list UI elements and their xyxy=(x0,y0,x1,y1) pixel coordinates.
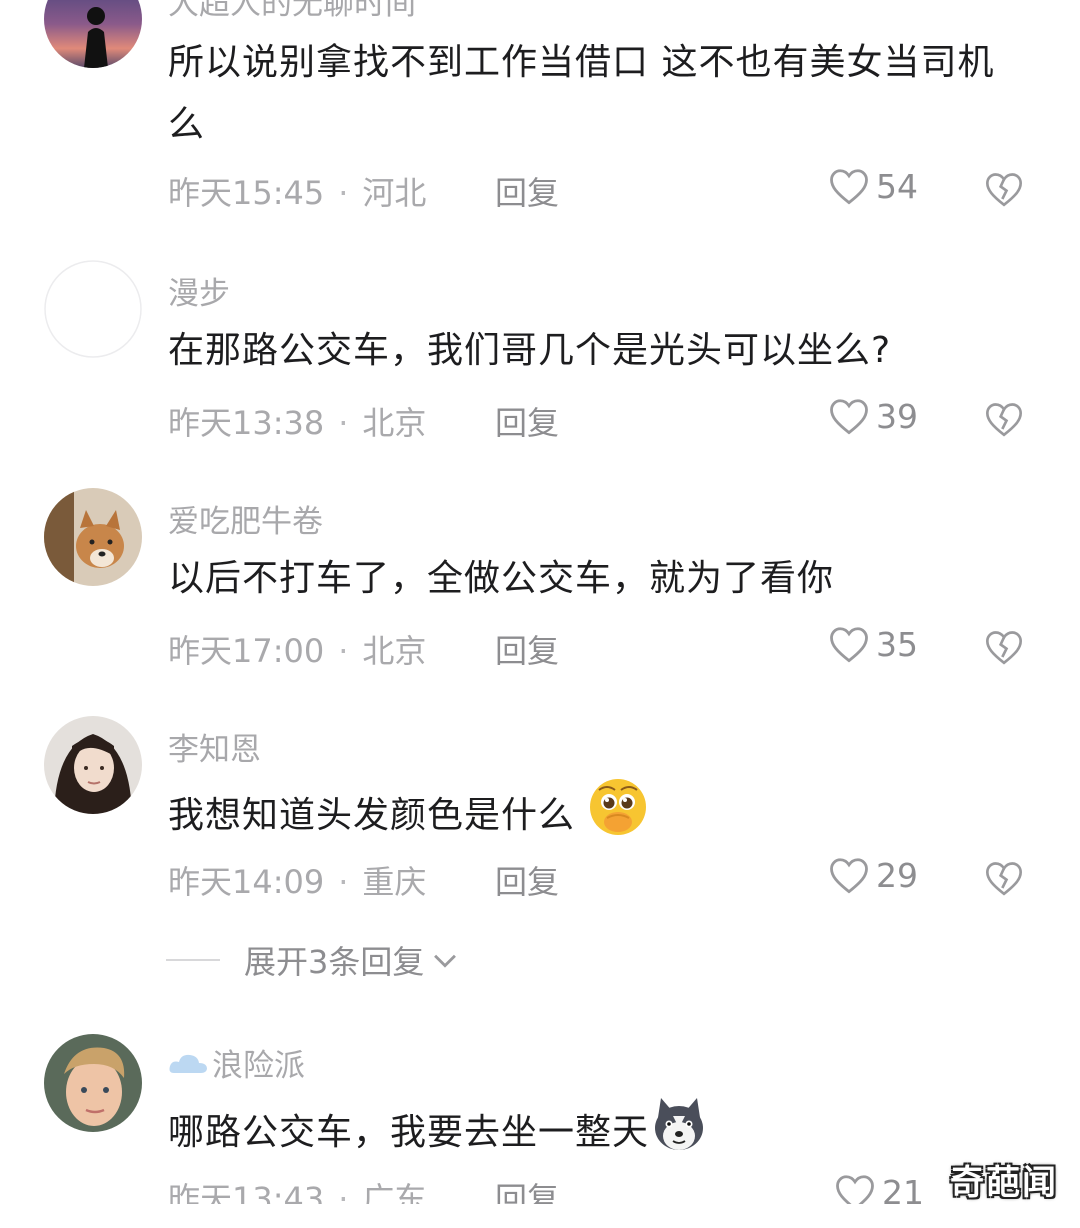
meta-separator: · xyxy=(338,863,349,901)
reply-button[interactable]: 回复 xyxy=(495,626,559,672)
comment-meta: 昨天17:00 · 北京 xyxy=(168,626,426,672)
expand-replies-button[interactable]: 展开3条回复 xyxy=(166,936,462,984)
dislike-button[interactable] xyxy=(984,628,1024,670)
like-count: 54 xyxy=(876,166,918,206)
like-count: 29 xyxy=(876,855,918,895)
bottom-cutoff xyxy=(0,1204,1080,1228)
avatar[interactable] xyxy=(44,488,142,586)
pleading-face-emoji xyxy=(587,776,649,858)
reply-button[interactable]: 回复 xyxy=(495,398,559,444)
comment-time: 昨天15:45 xyxy=(168,174,325,212)
avatar[interactable] xyxy=(44,716,142,814)
like-button[interactable]: 39 xyxy=(828,396,918,436)
like-count: 35 xyxy=(876,624,918,664)
comment-time: 昨天13:38 xyxy=(168,404,325,442)
like-button[interactable]: 29 xyxy=(828,855,918,895)
meta-separator: · xyxy=(338,632,349,670)
username-text: 浪险派 xyxy=(212,1048,305,1084)
heart-icon xyxy=(830,627,868,663)
heart-icon xyxy=(830,858,868,894)
like-button[interactable]: 35 xyxy=(828,624,918,664)
husky-dog-emoji xyxy=(649,1094,709,1174)
comment-text[interactable]: 哪路公交车，我要去坐一整天 xyxy=(168,1094,1028,1174)
expand-replies-label: 展开3条回复 xyxy=(244,943,425,981)
comment-location: 重庆 xyxy=(362,863,427,901)
comment-text[interactable]: 所以说别拿找不到工作当借口 这不也有美女当司机么 xyxy=(168,32,1028,156)
comment-location: 北京 xyxy=(362,632,427,670)
username[interactable]: 漫步 xyxy=(168,268,230,313)
comment-meta: 昨天13:38 · 北京 xyxy=(168,398,426,444)
broken-heart-icon xyxy=(985,173,1023,207)
heart-icon xyxy=(830,169,868,205)
comment-time: 昨天17:00 xyxy=(168,632,325,670)
comment-text[interactable]: 以后不打车了，全做公交车，就为了看你 xyxy=(168,548,1028,610)
username[interactable]: 浪险派 xyxy=(168,1040,305,1085)
avatar[interactable] xyxy=(44,1034,142,1132)
cloud-badge-icon xyxy=(169,1054,207,1073)
comment-time: 昨天14:09 xyxy=(168,863,325,901)
broken-heart-icon xyxy=(985,403,1023,437)
avatar[interactable] xyxy=(44,0,142,68)
like-button[interactable]: 54 xyxy=(828,166,918,206)
username[interactable]: 大超人的无聊时间 xyxy=(168,0,416,23)
reply-button[interactable]: 回复 xyxy=(495,168,559,214)
dislike-button[interactable] xyxy=(984,859,1024,901)
comment-text[interactable]: 在那路公交车，我们哥几个是光头可以坐么? xyxy=(168,320,1028,382)
comment-meta: 昨天15:45 · 河北 xyxy=(168,168,426,214)
like-count: 39 xyxy=(876,396,918,436)
dislike-button[interactable] xyxy=(984,400,1024,442)
divider xyxy=(166,959,220,961)
meta-separator: · xyxy=(338,174,349,212)
comment-text[interactable]: 我想知道头发颜色是什么 xyxy=(168,776,1028,858)
avatar[interactable] xyxy=(44,260,142,358)
comment-location: 北京 xyxy=(362,404,427,442)
username[interactable]: 李知恩 xyxy=(168,724,261,769)
reply-button[interactable]: 回复 xyxy=(495,857,559,903)
comment-meta: 昨天14:09 · 重庆 xyxy=(168,857,426,903)
meta-separator: · xyxy=(338,404,349,442)
broken-heart-icon xyxy=(985,862,1023,896)
dislike-button[interactable] xyxy=(984,170,1024,212)
comment-text-content: 哪路公交车，我要去坐一整天 xyxy=(168,1112,650,1153)
watermark: 奇葩闻 xyxy=(950,1163,1058,1203)
broken-heart-icon xyxy=(985,631,1023,665)
heart-icon xyxy=(830,399,868,435)
chevron-down-icon xyxy=(434,954,457,968)
comment-location: 河北 xyxy=(362,174,427,212)
comment-text-content: 我想知道头发颜色是什么 xyxy=(168,795,576,836)
username[interactable]: 爱吃肥牛卷 xyxy=(168,496,323,541)
